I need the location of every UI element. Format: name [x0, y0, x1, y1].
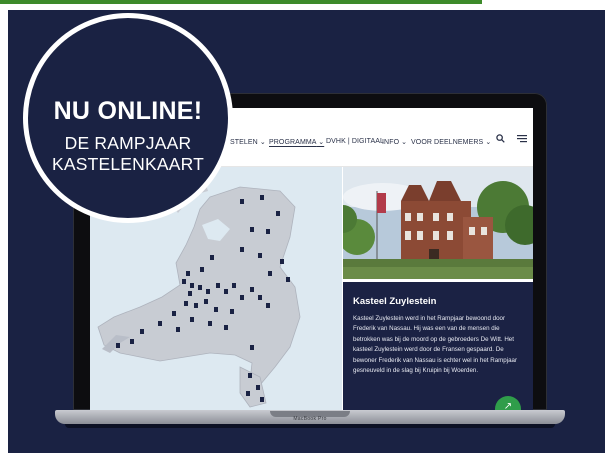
badge-title: NU ONLINE!	[53, 97, 203, 125]
nav-item-kastelen[interactable]: STELEN ⌄	[230, 138, 266, 146]
castle-info-panel: Kasteel Zuylestein Kasteel Zuylestein we…	[343, 282, 533, 410]
top-green-bar	[0, 0, 482, 4]
search-icon[interactable]	[496, 134, 505, 146]
castle-description: Kasteel Zuylestein werd in het Rampjaar …	[353, 315, 518, 375]
menu-icon[interactable]	[517, 134, 527, 146]
laptop-shadow	[65, 424, 555, 428]
castle-title: Kasteel Zuylestein	[353, 296, 437, 307]
nav-item-programma[interactable]: PROGRAMMA ⌄	[269, 138, 324, 146]
badge-subtitle-line2: KASTELENKAART	[51, 154, 205, 174]
nav-item-info[interactable]: INFO ⌄	[382, 138, 407, 146]
announcement-badge: NU ONLINE! DE RAMPJAAR KASTELENKAART	[23, 13, 233, 223]
laptop-label: MacBook Pro	[293, 416, 327, 422]
badge-subtitle-line1: DE RAMPJAAR	[64, 133, 192, 153]
nav-item-voor-deelnemers[interactable]: VOOR DEELNEMERS ⌄	[411, 138, 491, 146]
nav-item-dvhk-digitaal[interactable]: DVHK | DIGITAAL	[326, 138, 384, 145]
action-button[interactable]: ↗	[495, 396, 521, 410]
castle-photo	[343, 167, 533, 279]
arrow-icon: ↗	[503, 401, 513, 410]
